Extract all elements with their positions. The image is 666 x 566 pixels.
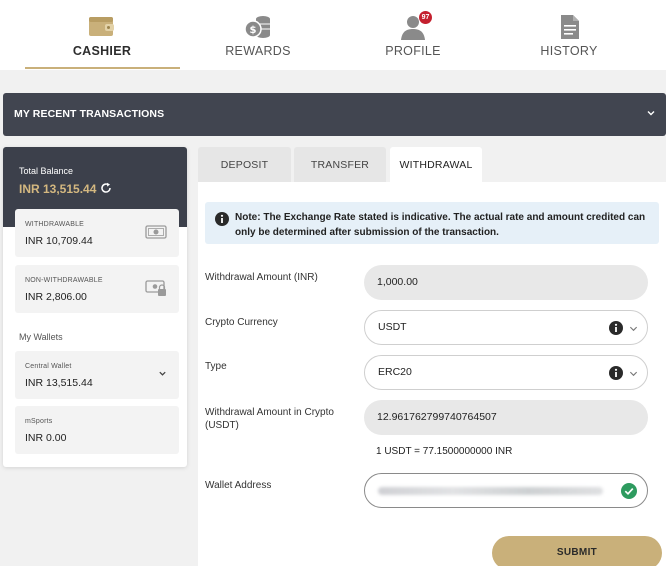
total-balance-label: Total Balance [19,166,74,176]
nav-label: CASHIER [72,44,132,58]
chevron-down-icon [629,326,638,332]
crypto-amount-label: Withdrawal Amount in Crypto (USDT) [205,407,334,431]
crypto-currency-select[interactable]: USDT [364,310,648,345]
active-tab-indicator [25,67,180,69]
chevron-down-icon [647,111,655,116]
nav-tab-profile[interactable]: PROFILE [335,0,491,70]
tab-withdrawal[interactable]: WITHDRAWAL [390,147,482,182]
withdrawal-form: Note: The Exchange Rate stated is indica… [198,182,666,566]
wallet-item-central[interactable]: Central Wallet INR 13,515.44 [15,351,179,399]
chevron-down-icon [159,371,166,376]
wallet-icon [89,17,114,36]
notification-badge: 97 [419,11,432,24]
non-withdrawable-label: NON-WITHDRAWABLE [25,277,103,284]
non-withdrawable-value: INR 2,806.00 [25,291,87,303]
crypto-amount-output: 12.961762799740764507 [364,400,648,435]
recent-transactions-title: MY RECENT TRANSACTIONS [14,108,165,120]
total-balance-value: INR 13,515.44 [19,182,97,196]
exchange-rate-text: 1 USDT = 77.1500000000 INR [376,446,513,457]
info-icon[interactable] [609,321,623,335]
document-icon [561,15,579,39]
withdrawal-amount-label: Withdrawal Amount (INR) [205,272,318,283]
nav-label: HISTORY [540,44,598,58]
wallet-item-msports[interactable]: mSports INR 0.00 [15,406,179,454]
check-circle-icon [621,483,637,499]
info-icon [215,212,229,226]
type-label: Type [205,361,227,372]
wallet-address-label: Wallet Address [205,480,272,491]
withdrawable-card: WITHDRAWABLE INR 10,709.44 [15,209,179,257]
crypto-currency-value: USDT [378,321,407,333]
withdrawable-value: INR 10,709.44 [25,235,93,247]
wallet-address-input[interactable] [364,473,648,508]
recent-transactions-toggle[interactable]: MY RECENT TRANSACTIONS [3,93,666,136]
my-wallets-heading: My Wallets [19,332,63,342]
chevron-down-icon [629,371,638,377]
svg-text:$: $ [250,25,257,36]
withdrawable-label: WITHDRAWABLE [25,221,85,228]
wallet-balance: INR 13,515.44 [25,377,93,389]
crypto-currency-label: Crypto Currency [205,317,278,328]
nav-label: PROFILE [385,44,441,58]
wallet-name: Central Wallet [25,363,72,370]
tab-transfer[interactable]: TRANSFER [294,147,386,182]
exchange-rate-note: Note: The Exchange Rate stated is indica… [205,202,659,244]
withdrawal-amount-value: 1,000.00 [377,276,418,288]
balance-panel: Total Balance INR 13,515.44 WITHDRAWABLE… [3,147,187,467]
wallet-name: mSports [25,418,53,425]
non-withdrawable-card: NON-WITHDRAWABLE INR 2,806.00 [15,265,179,313]
submit-button[interactable]: SUBMIT [492,536,662,566]
nav-tab-cashier[interactable]: CASHIER [24,0,180,70]
type-select[interactable]: ERC20 [364,355,648,390]
crypto-amount-value: 12.961762799740764507 [377,411,497,423]
coins-icon: $ [244,16,270,38]
type-value: ERC20 [378,366,412,378]
nav-label: REWARDS [225,44,291,58]
tab-deposit[interactable]: DEPOSIT [198,147,291,182]
wallet-balance: INR 0.00 [25,432,67,444]
withdrawal-amount-input[interactable]: 1,000.00 [364,265,648,300]
cash-icon [145,225,167,239]
nav-tab-history[interactable]: HISTORY [491,0,647,70]
refresh-icon[interactable] [100,182,112,194]
locked-cash-icon [145,280,166,296]
note-text: Note: The Exchange Rate stated is indica… [235,212,646,238]
top-navigation: CASHIER $ REWARDS PROFILE 97 HISTORY [0,0,666,70]
nav-tab-rewards[interactable]: $ REWARDS [180,0,336,70]
info-icon[interactable] [609,366,623,380]
redacted-address [378,487,603,495]
